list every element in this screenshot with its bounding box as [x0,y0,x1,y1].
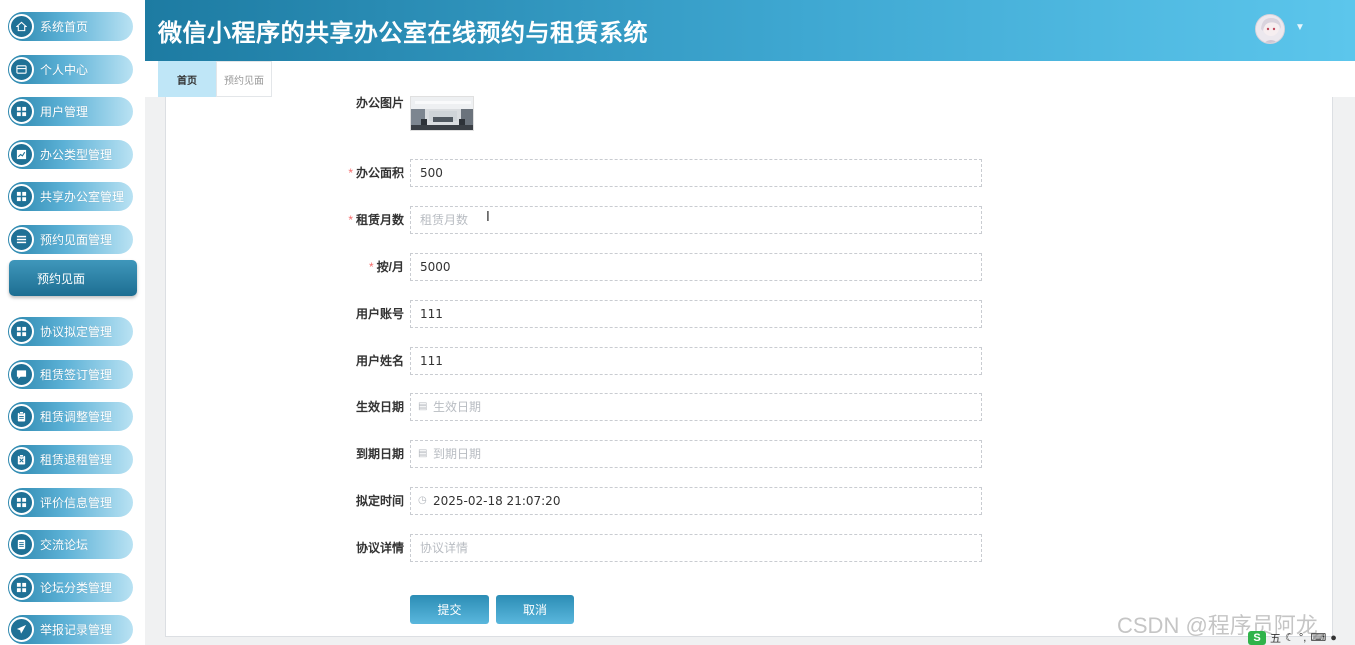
sidebar-item-label: 用户管理 [40,105,89,119]
expiry-date-label: 到期日期 [300,440,404,468]
system-tray: S 五 ☾ °, ⌨ ● [1248,630,1355,645]
sidebar-item[interactable]: 租赁退租管理 [8,445,133,474]
required-marker: * [368,260,374,274]
field-label-text: 生效日期 [355,400,404,414]
grid-icon [9,319,34,344]
sidebar-subitem-appointment[interactable]: 预约见面 [9,260,137,296]
sidebar-subitem-label: 预约见面 [37,271,86,286]
clipboard-x-icon [9,447,34,472]
list-icon [9,227,34,252]
avatar-image [1256,15,1284,43]
grid-icon [9,99,34,124]
sidebar-item-label: 共享办公室管理 [40,190,125,204]
user-account-input[interactable] [410,300,982,328]
office-image[interactable] [410,96,474,131]
monthly-price-label: * 按/月 [300,253,404,281]
sidebar-item-label: 论坛分类管理 [40,581,113,595]
office-image-label: 办公图片 [355,96,404,110]
user-avatar[interactable] [1255,14,1285,44]
calendar-icon: ▤ [418,401,428,412]
effective-date-label: 生效日期 [300,393,404,421]
field-label-text: 用户账号 [355,307,404,321]
user-name-input[interactable] [410,347,982,375]
sidebar-item[interactable]: 交流论坛 [8,530,133,559]
sidebar-item[interactable]: 共享办公室管理 [8,182,133,211]
chat-icon [9,362,34,387]
chart-icon [9,142,34,167]
sidebar-item-label: 租赁退租管理 [40,453,113,467]
clipboard-icon [9,404,34,429]
sidebar-item-label: 系统首页 [40,20,89,34]
field-label-text: 按/月 [376,260,404,274]
sidebar-item[interactable]: 协议拟定管理 [8,317,133,346]
sidebar-item[interactable]: 用户管理 [8,97,133,126]
effective-date-input[interactable] [410,393,982,421]
submit-button[interactable]: 提交 [410,595,489,624]
field-label-text: 到期日期 [355,447,404,461]
drafted-time-input[interactable] [410,487,982,515]
sidebar-item-label: 举报记录管理 [40,623,113,637]
sidebar-item-label: 交流论坛 [40,538,89,552]
monthly-price-input[interactable] [410,253,982,281]
sidebar-item-label: 协议拟定管理 [40,325,113,339]
field-label-text: 用户姓名 [355,354,404,368]
sidebar-item[interactable]: 办公类型管理 [8,140,133,169]
user-name-label: 用户姓名 [300,347,404,375]
ime-mode-text[interactable]: 五 [1270,630,1281,645]
sidebar-item-label: 预约见面管理 [40,233,113,247]
office-area-label: * 办公面积 [300,159,404,187]
sidebar: 系统首页个人中心用户管理办公类型管理 共享办公室管理 预约见面管理 协议拟定管理 租赁签… [0,0,145,645]
tab-appointment[interactable]: 预约见面 [216,61,272,97]
field-label-text: 租赁月数 [355,213,404,227]
clock-icon: ◷ [418,495,427,506]
sidebar-item[interactable]: 举报记录管理 [8,615,133,644]
moon-icon[interactable]: ☾ [1285,631,1295,644]
grid-icon [9,184,34,209]
drafted-time-label: 拟定时间 [300,487,404,515]
sidebar-item-label: 办公类型管理 [40,148,113,162]
sidebar-item[interactable]: 个人中心 [8,55,133,84]
grid-icon [9,490,34,515]
send-icon [9,617,34,642]
sidebar-item-label: 租赁调整管理 [40,410,113,424]
sidebar-item[interactable]: 论坛分类管理 [8,573,133,602]
doc-icon [9,532,34,557]
office-area-input[interactable] [410,159,982,187]
sidebar-item[interactable]: 租赁调整管理 [8,402,133,431]
grid-icon [9,575,34,600]
field-label-text: 拟定时间 [355,494,404,508]
keyboard-icon[interactable]: ⌨ [1310,631,1326,644]
sidebar-item-label: 评价信息管理 [40,496,113,510]
agreement-details-input[interactable] [410,534,982,562]
sidebar-item-label: 租赁签订管理 [40,368,113,382]
sidebar-item-label: 个人中心 [40,63,89,77]
lease-months-input[interactable] [410,206,982,234]
office-thumbnail [411,97,473,130]
field-label-text: 协议详情 [355,541,404,555]
required-marker: * [348,166,353,180]
punctuation-icon[interactable]: °, [1299,632,1306,644]
sidebar-item[interactable]: 预约见面管理 [8,225,133,254]
home-icon [9,14,34,39]
field-label-text: 办公面积 [355,166,404,180]
sidebar-item[interactable]: 租赁签订管理 [8,360,133,389]
top-header: 微信小程序的共享办公室在线预约与租赁系统 ▼ [145,0,1355,61]
cancel-button[interactable]: 取消 [496,595,574,624]
chevron-down-icon[interactable]: ▼ [1295,22,1305,33]
calendar-icon: ▤ [418,448,428,459]
sidebar-item[interactable]: 评价信息管理 [8,488,133,517]
sidebar-item[interactable]: 系统首页 [8,12,133,41]
agreement-details-label: 协议详情 [300,534,404,562]
card-icon [9,57,34,82]
ime-logo-icon[interactable]: S [1248,630,1266,645]
required-marker: * [348,213,353,227]
text-cursor-icon: I [486,210,490,225]
expiry-date-input[interactable] [410,440,982,468]
page-title: 微信小程序的共享办公室在线预约与租赁系统 [158,20,648,47]
lease-months-label: * 租赁月数 [300,206,404,234]
tab-home[interactable]: 首页 [158,61,216,97]
user-account-label: 用户账号 [300,300,404,328]
user-icon[interactable]: ● [1330,632,1337,644]
